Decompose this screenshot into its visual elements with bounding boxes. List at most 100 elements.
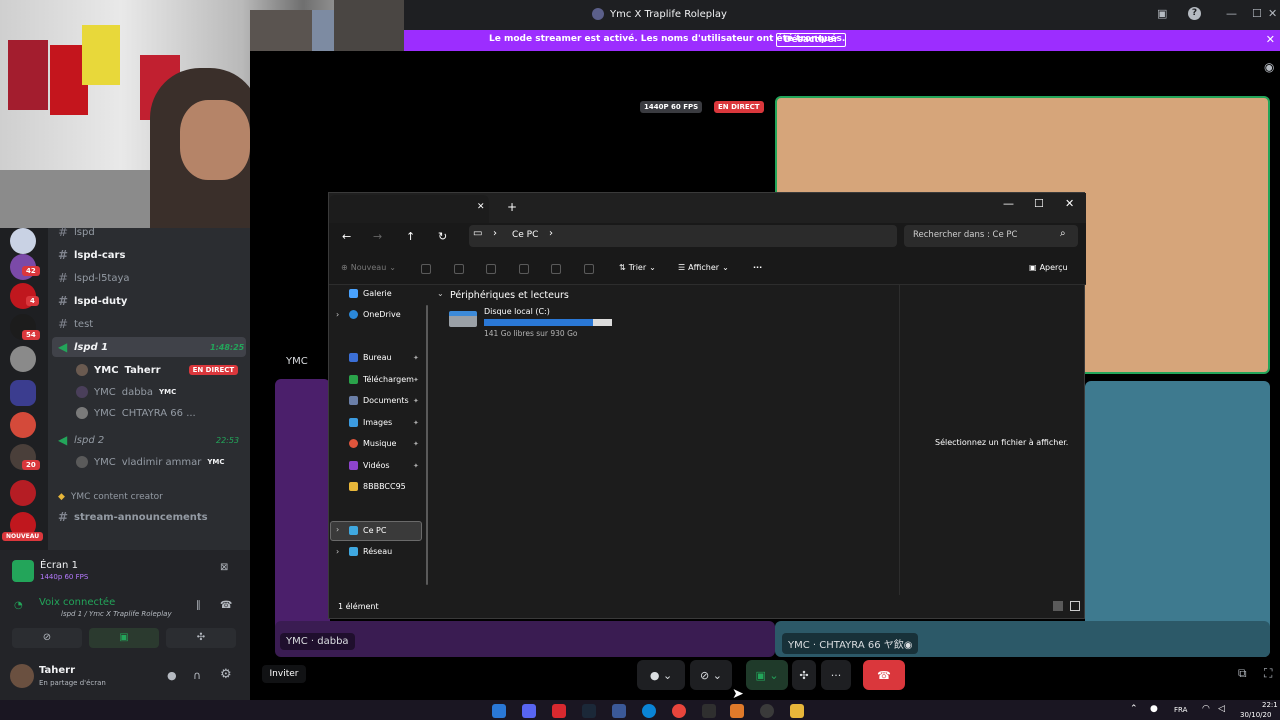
maximize-button[interactable]: ☐: [1252, 7, 1262, 20]
share-icon[interactable]: [551, 264, 561, 274]
new-button[interactable]: ⊕ Nouveau ⌄: [341, 263, 396, 272]
nav-item-galerie[interactable]: Galerie: [349, 289, 392, 298]
sort-button[interactable]: ⇅ Trier ⌄: [619, 263, 656, 272]
disconnect-icon[interactable]: ☎: [220, 600, 232, 611]
mute-button[interactable]: ● ⌄: [637, 660, 685, 690]
tray-chevron-icon[interactable]: ⌃: [1130, 704, 1138, 714]
window-minimize-icon[interactable]: —: [1003, 197, 1014, 210]
view-button[interactable]: ☰ Afficher ⌄: [678, 263, 729, 272]
expand-chevron-icon[interactable]: ›: [336, 525, 339, 534]
search-box[interactable]: Rechercher dans : Ce PC ⌕: [904, 225, 1078, 247]
rename-icon[interactable]: [519, 264, 529, 274]
chat-icon[interactable]: ◉: [1264, 60, 1274, 74]
breadcrumb-ce-pc[interactable]: Ce PC: [512, 230, 538, 240]
voice-member-vladimir[interactable]: YMC vladimir ammar YMC: [76, 452, 225, 472]
new-tab-icon[interactable]: +: [507, 200, 517, 214]
tiles-view-icon[interactable]: [1070, 601, 1080, 611]
more-options-button[interactable]: ···: [753, 263, 762, 272]
obs-icon[interactable]: [760, 704, 774, 718]
server-folder-icon[interactable]: [10, 380, 36, 406]
activities-button[interactable]: ✣: [792, 660, 816, 690]
popout-icon[interactable]: ⧉: [1238, 666, 1247, 681]
voice-status[interactable]: Voix connectée: [39, 597, 115, 608]
channel-lspd[interactable]: # lspd: [58, 222, 95, 242]
avatar[interactable]: [10, 664, 34, 688]
fullscreen-icon[interactable]: ⛶: [1264, 666, 1272, 681]
file-explorer-icon[interactable]: [790, 704, 804, 718]
chrome-icon[interactable]: [672, 704, 686, 718]
collapse-chevron-icon[interactable]: ⌄: [437, 289, 444, 298]
start-icon[interactable]: [492, 704, 506, 718]
server-icon-5[interactable]: [10, 346, 36, 372]
noise-suppression-icon[interactable]: ∥: [196, 600, 201, 611]
channel-test[interactable]: # test: [58, 314, 93, 334]
microphone-icon[interactable]: ●: [167, 669, 177, 682]
screen-share-toggle[interactable]: ▣ ⌄: [746, 660, 788, 690]
address-bar[interactable]: ▭ › Ce PC ›: [469, 225, 897, 247]
video-tile-teal[interactable]: [1085, 381, 1270, 657]
refresh-icon[interactable]: ↻: [438, 230, 447, 243]
channel-lspd-cars[interactable]: # lspd-cars: [58, 245, 125, 265]
channel-lspd-l5taya[interactable]: # lspd-l5taya: [58, 268, 130, 288]
nav-item-telechargements[interactable]: Téléchargem: [349, 375, 414, 384]
voice-channel-lspd-1[interactable]: ◀ lspd 1 1:48:25: [52, 337, 246, 357]
tab-close-icon[interactable]: ✕: [477, 202, 485, 212]
camera-off-button[interactable]: ⊘: [12, 628, 82, 648]
up-arrow-icon[interactable]: ↑: [406, 230, 415, 243]
expand-chevron-icon[interactable]: ›: [336, 547, 339, 556]
hang-up-button[interactable]: ☎: [863, 660, 905, 690]
window-maximize-icon[interactable]: ☐: [1034, 197, 1044, 210]
section-title[interactable]: Périphériques et lecteurs: [450, 290, 569, 301]
camera-button[interactable]: ⊘ ⌄: [690, 660, 732, 690]
edge-icon[interactable]: [642, 704, 656, 718]
clock-date[interactable]: 30/10/20: [1240, 711, 1271, 719]
tray-mic-icon[interactable]: ●: [1150, 704, 1158, 714]
nav-item-musique[interactable]: Musique: [349, 439, 396, 448]
expand-chevron-icon[interactable]: ›: [336, 310, 339, 319]
language-indicator[interactable]: FRA: [1174, 706, 1187, 714]
server-icon-8[interactable]: [10, 480, 36, 506]
close-button[interactable]: ✕: [1268, 7, 1277, 20]
explorer-tab[interactable]: [329, 195, 489, 223]
nav-item-images[interactable]: Images: [349, 418, 392, 427]
server-icon-6[interactable]: [10, 412, 36, 438]
nav-item-onedrive[interactable]: OneDrive: [349, 310, 401, 319]
invite-button[interactable]: Inviter: [262, 665, 306, 683]
screen-icon[interactable]: ▣: [1157, 7, 1167, 20]
cut-icon[interactable]: [421, 264, 431, 274]
back-arrow-icon[interactable]: ←: [342, 230, 351, 243]
app-icon-orange[interactable]: [730, 704, 744, 718]
screen-share-button[interactable]: ▣: [89, 628, 159, 648]
settings-gear-icon[interactable]: ⚙: [220, 667, 232, 682]
voice-member-chtayra[interactable]: YMC CHTAYRA 66 ...: [76, 403, 196, 423]
stop-share-icon[interactable]: ⊠: [220, 562, 228, 573]
forward-arrow-icon[interactable]: →: [373, 230, 382, 243]
nav-scrollbar[interactable]: [426, 305, 428, 585]
channel-lspd-duty[interactable]: # lspd-duty: [58, 291, 127, 311]
voice-channel-lspd-2[interactable]: ◀ lspd 2 22:53: [58, 430, 239, 450]
discord-icon[interactable]: [522, 704, 536, 718]
nav-item-folder-8bbbcc95[interactable]: 8BBBCC95: [349, 482, 406, 491]
nav-item-bureau[interactable]: Bureau: [349, 353, 392, 362]
epic-games-icon[interactable]: [702, 704, 716, 718]
clock-time[interactable]: 22:1: [1262, 701, 1278, 709]
more-button[interactable]: ···: [821, 660, 851, 690]
channel-stream-announcements[interactable]: # stream-announcements: [58, 507, 208, 527]
shield-icon[interactable]: [612, 704, 626, 718]
steam-icon[interactable]: [582, 704, 596, 718]
minimize-button[interactable]: —: [1226, 7, 1237, 20]
headphones-icon[interactable]: ∩: [193, 669, 201, 682]
category-ymc-content-creator[interactable]: ◆ YMC content creator: [58, 487, 163, 507]
voice-member-taherr[interactable]: YMC Taherr EN DIRECT: [76, 360, 239, 380]
drive-item[interactable]: Disque local (C:) 141 Go libres sur 930 …: [445, 305, 625, 338]
window-close-icon[interactable]: ✕: [1065, 197, 1074, 210]
volume-icon[interactable]: ◁: [1218, 704, 1225, 714]
paste-icon[interactable]: [486, 264, 496, 274]
video-tile-purple[interactable]: [275, 379, 330, 655]
nav-item-reseau[interactable]: Réseau: [349, 547, 392, 556]
wifi-icon[interactable]: ◠: [1202, 704, 1210, 714]
search-input[interactable]: Rechercher dans : Ce PC: [913, 230, 1017, 240]
server-icon-1[interactable]: [10, 228, 36, 254]
activities-button[interactable]: ✣: [166, 628, 236, 648]
banner-close-icon[interactable]: ✕: [1266, 33, 1275, 46]
